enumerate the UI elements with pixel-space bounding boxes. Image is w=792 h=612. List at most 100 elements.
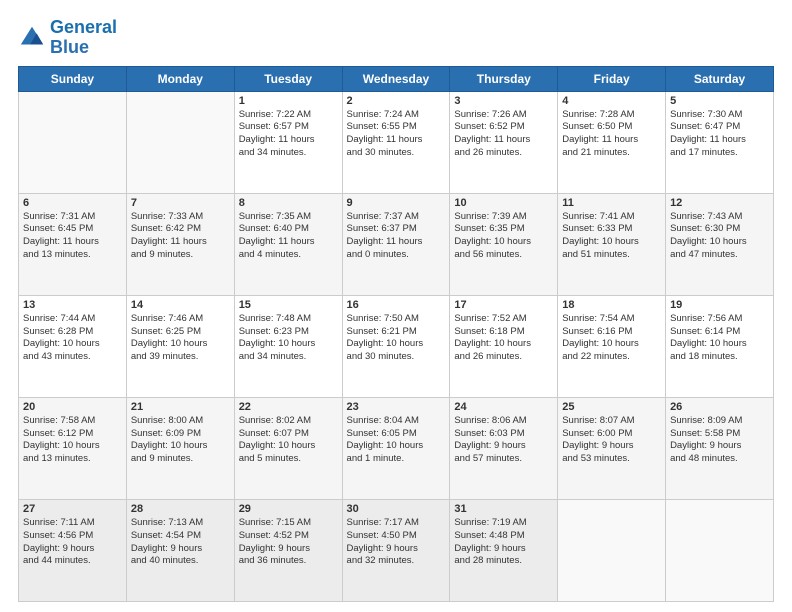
cell-content: Sunrise: 7:33 AM Sunset: 6:42 PM Dayligh… — [131, 211, 230, 262]
cell-content: Sunrise: 7:22 AM Sunset: 6:57 PM Dayligh… — [239, 109, 338, 160]
calendar-cell — [558, 499, 666, 601]
day-number: 5 — [670, 95, 769, 107]
cell-content: Sunrise: 7:30 AM Sunset: 6:47 PM Dayligh… — [670, 109, 769, 160]
day-number: 10 — [454, 197, 553, 209]
calendar-cell — [19, 91, 127, 193]
cell-content: Sunrise: 7:13 AM Sunset: 4:54 PM Dayligh… — [131, 517, 230, 568]
calendar-cell: 3Sunrise: 7:26 AM Sunset: 6:52 PM Daylig… — [450, 91, 558, 193]
calendar-cell: 23Sunrise: 8:04 AM Sunset: 6:05 PM Dayli… — [342, 397, 450, 499]
day-number: 9 — [347, 197, 446, 209]
calendar-cell: 30 Sunrise: 7:17 AM Sunset: 4:50 PM Dayli… — [342, 499, 450, 601]
logo: General Blue — [18, 18, 117, 58]
calendar-cell — [666, 499, 774, 601]
cell-content: Sunrise: 8:09 AM Sunset: 5:58 PM Dayligh… — [670, 415, 769, 466]
cell-content: Sunrise: 8:00 AM Sunset: 6:09 PM Dayligh… — [131, 415, 230, 466]
day-number: 19 — [670, 299, 769, 311]
cell-content: Sunrise: 7:28 AM Sunset: 6:50 PM Dayligh… — [562, 109, 661, 160]
calendar-cell — [126, 91, 234, 193]
cell-content: Sunrise: 7:50 AM Sunset: 6:21 PM Dayligh… — [347, 313, 446, 364]
calendar-cell: 22Sunrise: 8:02 AM Sunset: 6:07 PM Dayli… — [234, 397, 342, 499]
calendar-cell: 16 Sunrise: 7:50 AM Sunset: 6:21 PM Dayli… — [342, 295, 450, 397]
day-number: 22 — [239, 401, 338, 413]
day-number: 29 — [239, 503, 338, 515]
day-number: 4 — [562, 95, 661, 107]
day-number: 30 — [347, 503, 446, 515]
calendar-cell: 17Sunrise: 7:52 AM Sunset: 6:18 PM Dayli… — [450, 295, 558, 397]
calendar-cell: 27 Sunrise: 7:11 AM Sunset: 4:56 PM Dayli… — [19, 499, 127, 601]
calendar-cell: 6 Sunrise: 7:31 AM Sunset: 6:45 PM Daylig… — [19, 193, 127, 295]
weekday-header-row: SundayMondayTuesdayWednesdayThursdayFrid… — [19, 66, 774, 91]
calendar-cell: 21Sunrise: 8:00 AM Sunset: 6:09 PM Dayli… — [126, 397, 234, 499]
calendar-cell: 11Sunrise: 7:41 AM Sunset: 6:33 PM Dayli… — [558, 193, 666, 295]
calendar-cell: 20Sunrise: 7:58 AM Sunset: 6:12 PM Dayli… — [19, 397, 127, 499]
day-number: 26 — [670, 401, 769, 413]
day-number: 12 — [670, 197, 769, 209]
cell-content: Sunrise: 7:52 AM Sunset: 6:18 PM Dayligh… — [454, 313, 553, 364]
day-number: 31 — [454, 503, 553, 515]
day-number: 25 — [562, 401, 661, 413]
calendar-cell: 5 Sunrise: 7:30 AM Sunset: 6:47 PM Daylig… — [666, 91, 774, 193]
calendar-cell: 25 Sunrise: 8:07 AM Sunset: 6:00 PM Dayli… — [558, 397, 666, 499]
day-number: 16 — [347, 299, 446, 311]
weekday-header-friday: Friday — [558, 66, 666, 91]
calendar-week-4: 20Sunrise: 7:58 AM Sunset: 6:12 PM Dayli… — [19, 397, 774, 499]
day-number: 20 — [23, 401, 122, 413]
weekday-header-tuesday: Tuesday — [234, 66, 342, 91]
cell-content: Sunrise: 7:31 AM Sunset: 6:45 PM Dayligh… — [23, 211, 122, 262]
calendar-cell: 8 Sunrise: 7:35 AM Sunset: 6:40 PM Daylig… — [234, 193, 342, 295]
day-number: 7 — [131, 197, 230, 209]
cell-content: Sunrise: 7:46 AM Sunset: 6:25 PM Dayligh… — [131, 313, 230, 364]
day-number: 8 — [239, 197, 338, 209]
calendar-cell: 15 Sunrise: 7:48 AM Sunset: 6:23 PM Dayli… — [234, 295, 342, 397]
calendar-cell: 12Sunrise: 7:43 AM Sunset: 6:30 PM Dayli… — [666, 193, 774, 295]
cell-content: Sunrise: 7:56 AM Sunset: 6:14 PM Dayligh… — [670, 313, 769, 364]
day-number: 1 — [239, 95, 338, 107]
calendar-table: SundayMondayTuesdayWednesdayThursdayFrid… — [18, 66, 774, 602]
logo-icon — [18, 24, 46, 52]
calendar-cell: 9 Sunrise: 7:37 AM Sunset: 6:37 PM Daylig… — [342, 193, 450, 295]
calendar-week-5: 27 Sunrise: 7:11 AM Sunset: 4:56 PM Dayli… — [19, 499, 774, 601]
calendar-cell: 24Sunrise: 8:06 AM Sunset: 6:03 PM Dayli… — [450, 397, 558, 499]
day-number: 6 — [23, 197, 122, 209]
cell-content: Sunrise: 7:37 AM Sunset: 6:37 PM Dayligh… — [347, 211, 446, 262]
cell-content: Sunrise: 8:07 AM Sunset: 6:00 PM Dayligh… — [562, 415, 661, 466]
day-number: 28 — [131, 503, 230, 515]
calendar-cell: 4 Sunrise: 7:28 AM Sunset: 6:50 PM Daylig… — [558, 91, 666, 193]
calendar-cell: 2 Sunrise: 7:24 AM Sunset: 6:55 PM Daylig… — [342, 91, 450, 193]
calendar-cell: 1 Sunrise: 7:22 AM Sunset: 6:57 PM Daylig… — [234, 91, 342, 193]
calendar-cell: 26 Sunrise: 8:09 AM Sunset: 5:58 PM Dayli… — [666, 397, 774, 499]
cell-content: Sunrise: 7:44 AM Sunset: 6:28 PM Dayligh… — [23, 313, 122, 364]
calendar-body: 1 Sunrise: 7:22 AM Sunset: 6:57 PM Daylig… — [19, 91, 774, 601]
day-number: 15 — [239, 299, 338, 311]
calendar-cell: 19 Sunrise: 7:56 AM Sunset: 6:14 PM Dayli… — [666, 295, 774, 397]
calendar-cell: 29 Sunrise: 7:15 AM Sunset: 4:52 PM Dayli… — [234, 499, 342, 601]
cell-content: Sunrise: 7:48 AM Sunset: 6:23 PM Dayligh… — [239, 313, 338, 364]
calendar-cell: 10 Sunrise: 7:39 AM Sunset: 6:35 PM Dayli… — [450, 193, 558, 295]
calendar-cell: 28 Sunrise: 7:13 AM Sunset: 4:54 PM Dayli… — [126, 499, 234, 601]
day-number: 11 — [562, 197, 661, 209]
calendar-week-1: 1 Sunrise: 7:22 AM Sunset: 6:57 PM Daylig… — [19, 91, 774, 193]
cell-content: Sunrise: 7:39 AM Sunset: 6:35 PM Dayligh… — [454, 211, 553, 262]
header: General Blue — [18, 18, 774, 58]
day-number: 27 — [23, 503, 122, 515]
calendar-cell: 7 Sunrise: 7:33 AM Sunset: 6:42 PM Daylig… — [126, 193, 234, 295]
cell-content: Sunrise: 7:19 AM Sunset: 4:48 PM Dayligh… — [454, 517, 553, 568]
day-number: 14 — [131, 299, 230, 311]
cell-content: Sunrise: 7:54 AM Sunset: 6:16 PM Dayligh… — [562, 313, 661, 364]
cell-content: Sunrise: 7:17 AM Sunset: 4:50 PM Dayligh… — [347, 517, 446, 568]
day-number: 18 — [562, 299, 661, 311]
calendar-week-2: 6 Sunrise: 7:31 AM Sunset: 6:45 PM Daylig… — [19, 193, 774, 295]
day-number: 2 — [347, 95, 446, 107]
page: General Blue SundayMondayTuesdayWednesda… — [0, 0, 792, 612]
day-number: 24 — [454, 401, 553, 413]
cell-content: Sunrise: 7:35 AM Sunset: 6:40 PM Dayligh… — [239, 211, 338, 262]
calendar-week-3: 13Sunrise: 7:44 AM Sunset: 6:28 PM Dayli… — [19, 295, 774, 397]
logo-text: General Blue — [50, 18, 117, 58]
day-number: 3 — [454, 95, 553, 107]
cell-content: Sunrise: 7:15 AM Sunset: 4:52 PM Dayligh… — [239, 517, 338, 568]
weekday-header-thursday: Thursday — [450, 66, 558, 91]
calendar-cell: 13Sunrise: 7:44 AM Sunset: 6:28 PM Dayli… — [19, 295, 127, 397]
day-number: 23 — [347, 401, 446, 413]
cell-content: Sunrise: 7:11 AM Sunset: 4:56 PM Dayligh… — [23, 517, 122, 568]
cell-content: Sunrise: 7:24 AM Sunset: 6:55 PM Dayligh… — [347, 109, 446, 160]
